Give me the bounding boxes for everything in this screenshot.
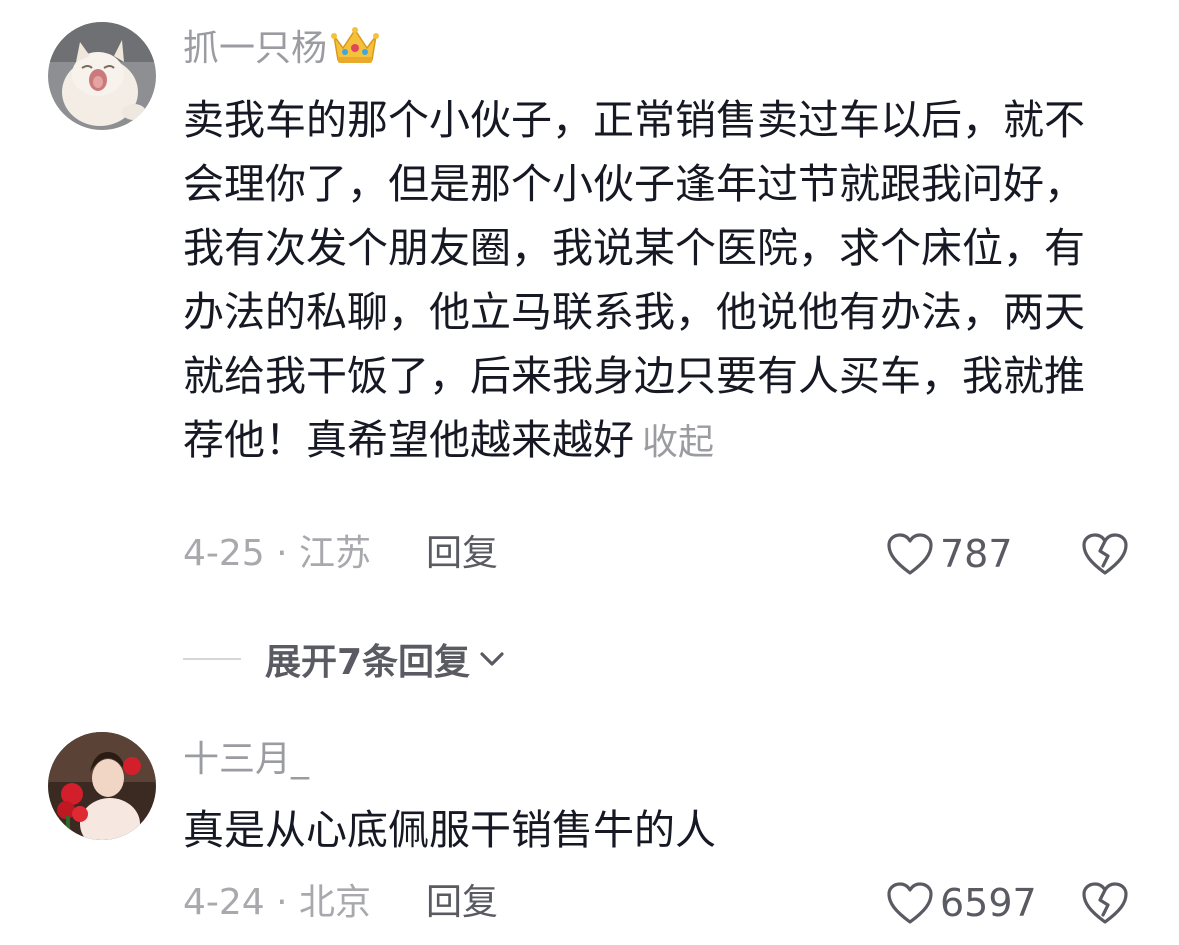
cat-avatar-image — [48, 22, 156, 130]
comment-text: 真是从心底佩服干销售牛的人 — [183, 798, 1113, 862]
collapse-button[interactable]: 收起 — [642, 422, 714, 463]
username[interactable]: 十三月_ — [183, 738, 309, 782]
avatar[interactable] — [48, 22, 156, 130]
heart-icon — [887, 882, 933, 924]
like-button[interactable]: 787 — [886, 530, 1013, 578]
portrait-avatar-image — [48, 732, 156, 840]
username-text[interactable]: 抓一只杨 — [183, 28, 327, 69]
heart-icon — [887, 533, 933, 575]
broken-heart-icon — [1082, 882, 1128, 924]
avatar[interactable] — [48, 732, 156, 840]
comment-meta: 4-24 · 北京 — [183, 882, 372, 923]
comment-body: 卖我车的那个小伙子，正常销售卖过车以后，就不会理你了，但是那个小伙子逢年过节就跟… — [183, 96, 1085, 464]
divider-line — [183, 658, 241, 660]
comment-text: 卖我车的那个小伙子，正常销售卖过车以后，就不会理你了，但是那个小伙子逢年过节就跟… — [183, 88, 1113, 475]
comment-meta: 4-25 · 江苏 — [183, 533, 372, 574]
broken-heart-icon — [1082, 533, 1128, 575]
like-button[interactable]: 6597 — [886, 879, 1037, 927]
reply-button[interactable]: 回复 — [426, 881, 498, 925]
crown-icon — [331, 26, 380, 77]
username[interactable]: 抓一只杨 — [183, 26, 380, 77]
dislike-button[interactable] — [1081, 879, 1129, 927]
expand-replies-button[interactable]: 展开7条回复 — [183, 634, 508, 684]
chevron-down-icon — [480, 652, 504, 666]
comment-body: 真是从心底佩服干销售牛的人 — [183, 806, 716, 854]
like-count: 6597 — [940, 881, 1037, 925]
reply-button[interactable]: 回复 — [426, 532, 498, 576]
dislike-button[interactable] — [1081, 530, 1129, 578]
like-count: 787 — [940, 532, 1013, 576]
expand-replies-label[interactable]: 展开7条回复 — [265, 633, 470, 685]
